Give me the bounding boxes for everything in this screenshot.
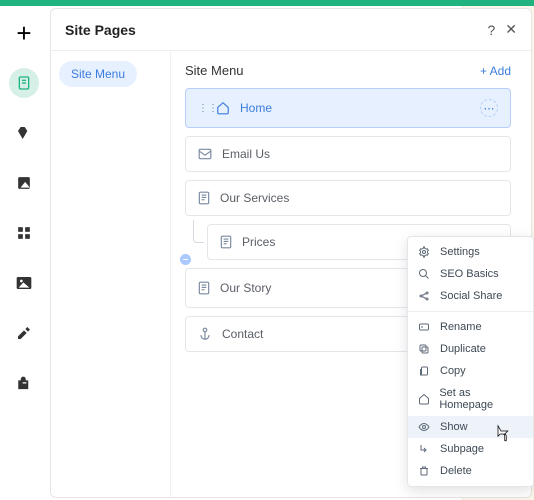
design-rail-button[interactable] [9, 118, 39, 148]
page-icon [220, 235, 232, 249]
page-context-menu: Settings SEO Basics Social Share Rename … [407, 236, 534, 487]
apps-rail-button[interactable] [9, 218, 39, 248]
main-header: Site Menu Add [185, 63, 511, 78]
menu-label: Rename [440, 321, 482, 333]
subpage-icon [418, 443, 432, 455]
page-label: Our Services [220, 191, 498, 205]
menu-settings[interactable]: Settings [408, 241, 533, 263]
menu-subpage[interactable]: Subpage [408, 438, 533, 460]
image-rail-button[interactable] [9, 268, 39, 298]
panel-sidebar: Site Menu [51, 51, 171, 497]
site-menu-chip[interactable]: Site Menu [59, 61, 137, 87]
help-icon[interactable]: ? [487, 22, 495, 38]
page-item-services[interactable]: Our Services [185, 180, 511, 216]
menu-separator [408, 311, 533, 312]
menu-social[interactable]: Social Share [408, 285, 533, 307]
menu-show[interactable]: Show [408, 416, 533, 438]
page-item-home[interactable]: ⋮⋮ Home ⋯ [185, 88, 511, 128]
home-icon [418, 393, 431, 405]
menu-label: Settings [440, 246, 480, 258]
menu-seo[interactable]: SEO Basics [408, 263, 533, 285]
menu-label: Duplicate [440, 343, 486, 355]
menu-delete[interactable]: Delete [408, 460, 533, 482]
rename-icon [418, 321, 432, 333]
search-icon [418, 268, 432, 280]
trash-icon [418, 465, 432, 477]
panel-header: Site Pages ? ✕ [51, 9, 531, 51]
menu-label: Subpage [440, 443, 484, 455]
page-icon [198, 191, 210, 205]
collapse-toggle[interactable] [180, 254, 191, 265]
share-icon [418, 290, 432, 302]
menu-label: Show [440, 421, 468, 433]
store-rail-button[interactable] [9, 368, 39, 398]
duplicate-icon [418, 343, 432, 355]
anchor-icon [198, 327, 212, 341]
drag-handle-icon[interactable]: ⋮⋮ [198, 103, 206, 114]
page-item-email[interactable]: Email Us [185, 136, 511, 172]
menu-rename[interactable]: Rename [408, 316, 533, 338]
menu-homepage[interactable]: Set as Homepage [408, 382, 533, 416]
eye-icon [418, 421, 432, 433]
page-icon [198, 281, 210, 295]
menu-label: Copy [440, 365, 466, 377]
menu-label: Delete [440, 465, 472, 477]
gear-icon [418, 246, 432, 258]
blog-rail-button[interactable] [9, 318, 39, 348]
add-button[interactable]: + [9, 18, 39, 48]
menu-copy[interactable]: Copy [408, 360, 533, 382]
close-icon[interactable]: ✕ [505, 21, 517, 38]
media-rail-button[interactable] [9, 168, 39, 198]
pages-rail-button[interactable] [9, 68, 39, 98]
home-icon [216, 101, 230, 115]
page-label: Home [240, 101, 470, 115]
menu-label: Set as Homepage [439, 387, 523, 411]
add-page-link[interactable]: Add [480, 64, 511, 78]
mail-icon [198, 148, 212, 160]
menu-label: SEO Basics [440, 268, 499, 280]
page-actions-button[interactable]: ⋯ [480, 99, 498, 117]
left-rail: + [0, 6, 48, 500]
panel-title: Site Pages [65, 22, 477, 38]
menu-title: Site Menu [185, 63, 244, 78]
menu-label: Social Share [440, 290, 502, 302]
menu-duplicate[interactable]: Duplicate [408, 338, 533, 360]
page-label: Email Us [222, 147, 498, 161]
copy-icon [418, 365, 432, 377]
